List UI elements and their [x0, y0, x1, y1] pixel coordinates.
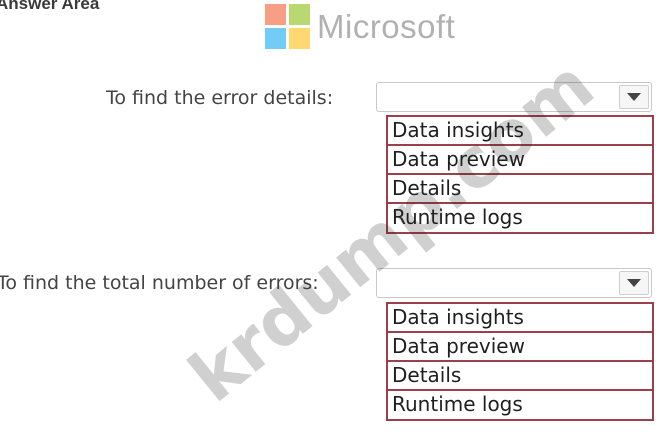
chevron-down-icon	[627, 92, 641, 101]
question-1-prompt: To find the error details:	[106, 87, 334, 109]
question-1-option-data-insights[interactable]: Data insights	[386, 115, 654, 144]
microsoft-logo-text: Microsoft	[317, 7, 456, 45]
question-1-dropdown-button[interactable]	[619, 85, 649, 109]
question-2-prompt: To find the total number of errors:	[0, 272, 319, 294]
chevron-down-icon	[627, 278, 641, 287]
question-1-dropdown[interactable]	[376, 82, 652, 112]
question-1-option-list: Data insights Data preview Details Runti…	[386, 115, 654, 234]
question-2-option-runtime-logs[interactable]: Runtime logs	[386, 389, 654, 421]
question-2-dropdown[interactable]	[376, 268, 652, 298]
answer-area-title: Answer Area	[0, 0, 100, 13]
question-2-dropdown-button[interactable]	[619, 271, 649, 295]
question-1-option-runtime-logs[interactable]: Runtime logs	[386, 202, 654, 234]
question-2-option-details[interactable]: Details	[386, 360, 654, 389]
microsoft-logo: Microsoft	[265, 4, 455, 49]
question-1-option-details[interactable]: Details	[386, 173, 654, 202]
question-2-option-list: Data insights Data preview Details Runti…	[386, 302, 654, 421]
question-2-option-data-preview[interactable]: Data preview	[386, 331, 654, 360]
microsoft-logo-icon	[265, 4, 310, 49]
question-1-option-data-preview[interactable]: Data preview	[386, 144, 654, 173]
answer-area-page: Answer Area Microsoft To find the error …	[0, 0, 662, 436]
question-2-option-data-insights[interactable]: Data insights	[386, 302, 654, 331]
